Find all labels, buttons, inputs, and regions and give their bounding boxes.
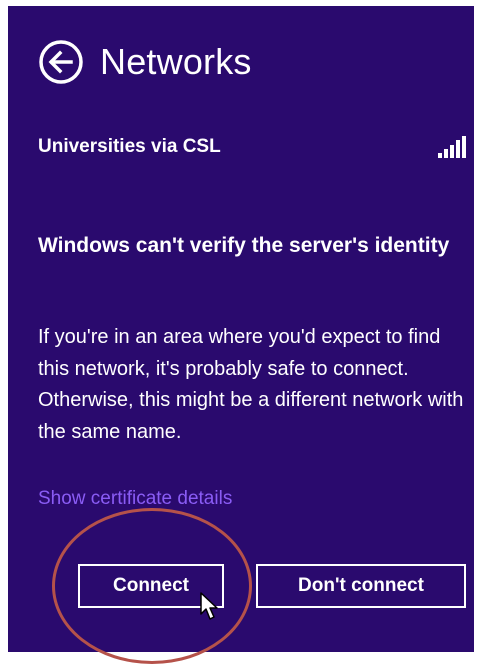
flyout-header: Networks	[38, 36, 252, 88]
back-arrow-icon[interactable]	[38, 39, 84, 85]
network-list-item[interactable]: Universities via CSL	[38, 132, 468, 162]
network-name: Universities via CSL	[38, 136, 221, 157]
show-certificate-details-link[interactable]: Show certificate details	[38, 488, 232, 510]
warning-heading: Windows can't verify the server's identi…	[38, 234, 450, 257]
wifi-signal-icon	[438, 136, 466, 158]
warning-description: If you're in an area where you'd expect …	[38, 326, 464, 443]
networks-flyout-panel: Networks Universities via CSL Windows ca…	[8, 6, 474, 664]
dont-connect-button[interactable]: Don't connect	[256, 564, 466, 608]
page: Networks Universities via CSL Windows ca…	[0, 0, 482, 664]
page-title: Networks	[100, 41, 252, 82]
connect-button[interactable]: Connect	[78, 564, 224, 608]
